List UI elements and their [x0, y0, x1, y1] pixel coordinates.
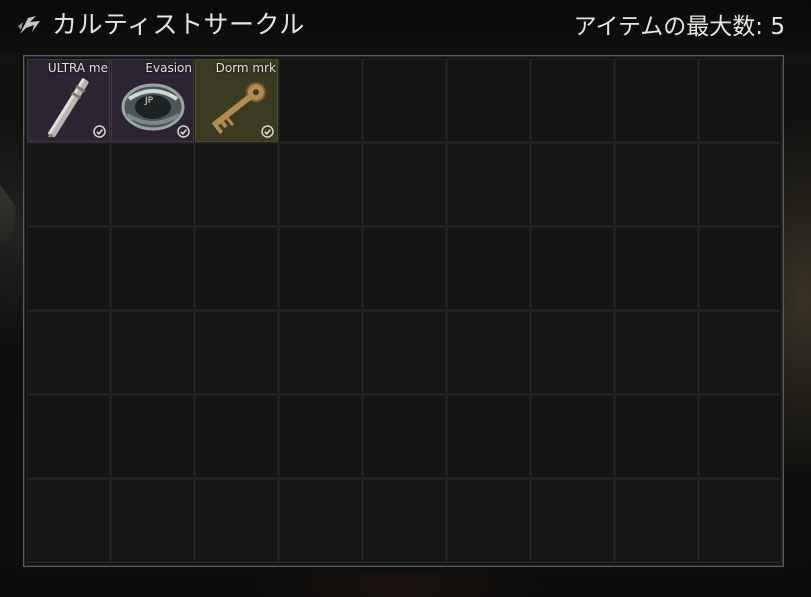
svg-text:JP: JP — [144, 96, 154, 106]
panel-bottom-edge — [23, 567, 784, 571]
grid-slot[interactable] — [531, 143, 614, 226]
grid-slot[interactable] — [447, 143, 530, 226]
grid-slot[interactable] — [195, 227, 278, 310]
grid-slot[interactable] — [363, 143, 446, 226]
item-tile[interactable]: Dorm mrk — [195, 59, 278, 142]
grid-slot[interactable] — [363, 311, 446, 394]
grid-slot[interactable] — [699, 227, 782, 310]
found-in-raid-check-icon — [177, 125, 190, 138]
grid-slot[interactable] — [447, 227, 530, 310]
grid-slot[interactable] — [363, 395, 446, 478]
grid-slot[interactable]: Dorm mrk — [195, 59, 278, 142]
grid-slot[interactable] — [699, 479, 782, 562]
grid-slot[interactable] — [27, 395, 110, 478]
grid-slot[interactable] — [27, 227, 110, 310]
item-tile[interactable]: JP Evasion — [111, 59, 194, 142]
grid-slot[interactable] — [447, 395, 530, 478]
game-screen: カルティストサークル アイテムの最大数: 5 ULTRA me JP Evasion… — [0, 0, 811, 597]
grid-slot[interactable] — [615, 59, 698, 142]
grid-slot[interactable] — [27, 311, 110, 394]
grid-slot[interactable] — [279, 227, 362, 310]
grid-slot[interactable] — [279, 59, 362, 142]
grid-slot[interactable] — [279, 143, 362, 226]
header-bar: カルティストサークル アイテムの最大数: 5 — [0, 0, 811, 52]
grid-slot[interactable] — [279, 479, 362, 562]
grid-slot[interactable] — [615, 311, 698, 394]
grid-slot[interactable]: JP Evasion — [111, 59, 194, 142]
grid-slot[interactable] — [699, 395, 782, 478]
grid-slot[interactable] — [615, 143, 698, 226]
grid-slot[interactable] — [195, 143, 278, 226]
item-short-name: Evasion — [145, 61, 192, 75]
grid-slot[interactable] — [447, 311, 530, 394]
grid-slot[interactable] — [27, 479, 110, 562]
item-short-name: Dorm mrk — [215, 61, 276, 75]
container-title: カルティストサークル — [52, 10, 305, 39]
grid-slot[interactable] — [195, 395, 278, 478]
grid-slot[interactable] — [279, 395, 362, 478]
grid-slot[interactable] — [27, 143, 110, 226]
grid-slot[interactable] — [111, 311, 194, 394]
grid-slot[interactable] — [447, 479, 530, 562]
grid-slot[interactable] — [531, 311, 614, 394]
container-panel: ULTRA me JP Evasion Dorm mrk — [23, 55, 784, 567]
item-short-name: ULTRA me — [47, 61, 108, 75]
background-debris — [0, 185, 16, 255]
grid-slot[interactable] — [363, 59, 446, 142]
grid-slot[interactable] — [363, 227, 446, 310]
grid-slot[interactable] — [699, 311, 782, 394]
grid-slot[interactable] — [111, 227, 194, 310]
grid-slot[interactable] — [195, 311, 278, 394]
item-tile[interactable]: ULTRA me — [27, 59, 110, 142]
grid-slot[interactable] — [195, 479, 278, 562]
cultist-circle-logo-icon — [18, 16, 40, 34]
grid-slot[interactable] — [615, 479, 698, 562]
found-in-raid-check-icon — [261, 125, 274, 138]
grid-slot[interactable] — [531, 59, 614, 142]
grid-slot[interactable] — [699, 59, 782, 142]
grid-slot[interactable] — [615, 395, 698, 478]
found-in-raid-check-icon — [93, 125, 106, 138]
max-items-count: アイテムの最大数: 5 — [573, 14, 785, 40]
grid-slot[interactable] — [111, 479, 194, 562]
container-grid: ULTRA me JP Evasion Dorm mrk — [27, 59, 782, 563]
grid-slot[interactable] — [531, 479, 614, 562]
grid-slot[interactable] — [699, 143, 782, 226]
grid-slot[interactable] — [111, 143, 194, 226]
grid-slot[interactable] — [531, 227, 614, 310]
grid-slot[interactable] — [363, 479, 446, 562]
grid-slot[interactable] — [279, 311, 362, 394]
grid-slot[interactable]: ULTRA me — [27, 59, 110, 142]
grid-slot[interactable] — [531, 395, 614, 478]
grid-slot[interactable] — [615, 227, 698, 310]
grid-slot[interactable] — [447, 59, 530, 142]
grid-slot[interactable] — [111, 395, 194, 478]
